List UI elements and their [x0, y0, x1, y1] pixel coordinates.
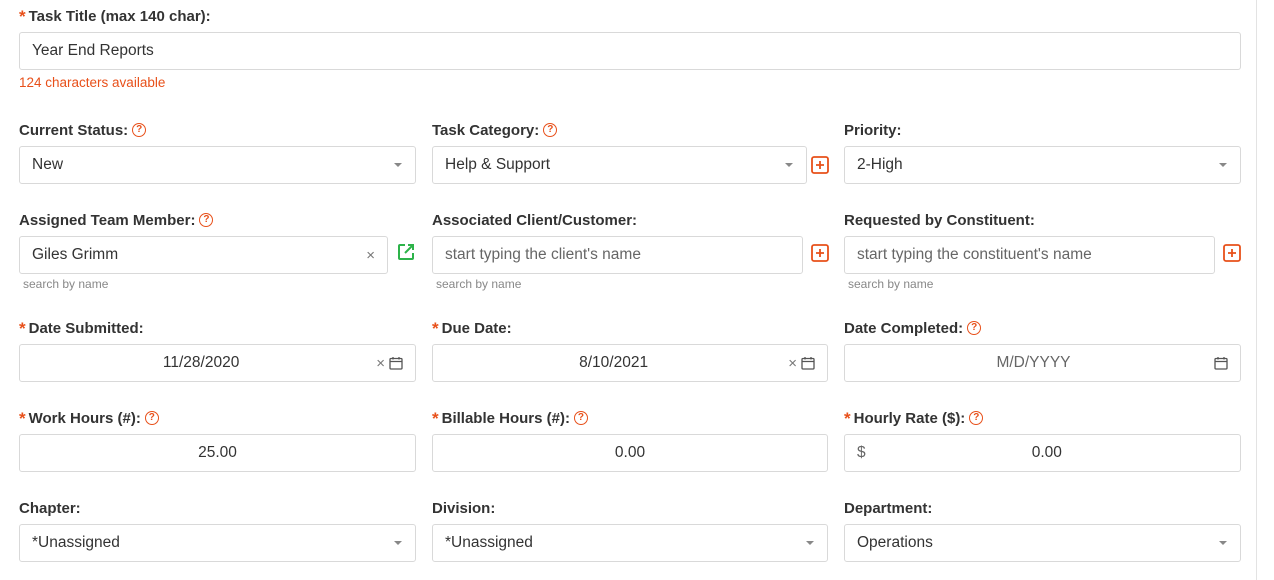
help-icon[interactable]: ? — [967, 321, 982, 335]
date-submitted-input[interactable]: 11/28/2020 × — [19, 344, 416, 382]
task-title-input[interactable]: Year End Reports — [19, 32, 1241, 70]
calendar-icon[interactable] — [801, 356, 815, 370]
currency-prefix: $ — [857, 444, 866, 461]
hourly-rate-input[interactable]: $ 0.00 — [844, 434, 1241, 472]
clear-icon[interactable]: × — [366, 247, 375, 264]
department-label: Department: — [844, 499, 933, 517]
add-client-icon[interactable] — [810, 243, 830, 263]
search-hint: search by name — [436, 277, 522, 291]
required-marker: * — [19, 7, 26, 26]
calendar-icon[interactable] — [389, 356, 403, 370]
due-date-label: * Due Date: — [432, 319, 512, 338]
work-hours-input[interactable]: 25.00 — [19, 434, 416, 472]
chevron-down-icon — [806, 541, 814, 545]
task-title-label: * Task Title (max 140 char): — [19, 7, 211, 26]
clear-icon[interactable]: × — [788, 355, 797, 372]
search-hint: search by name — [23, 277, 109, 291]
chapter-label: Chapter: — [19, 499, 81, 517]
date-submitted-label: * Date Submitted: — [19, 319, 144, 338]
required-marker: * — [19, 319, 26, 338]
department-select[interactable]: Operations — [844, 524, 1241, 562]
current-status-select[interactable]: New — [19, 146, 416, 184]
required-marker: * — [432, 409, 439, 428]
assigned-team-member-label: Assigned Team Member: ? — [19, 210, 214, 230]
panel-right-border — [1256, 0, 1257, 580]
priority-label: Priority: — [844, 121, 902, 139]
work-hours-label: * Work Hours (#): ? — [19, 408, 159, 428]
search-hint: search by name — [848, 277, 934, 291]
calendar-icon[interactable] — [1214, 356, 1228, 370]
characters-available: 124 characters available — [19, 75, 166, 90]
due-date-input[interactable]: 8/10/2021 × — [432, 344, 828, 382]
help-icon[interactable]: ? — [573, 411, 588, 425]
task-category-select[interactable]: Help & Support — [432, 146, 807, 184]
date-completed-input[interactable]: M/D/YYYY — [844, 344, 1241, 382]
requested-by-label: Requested by Constituent: — [844, 211, 1035, 229]
help-icon[interactable]: ? — [543, 123, 558, 137]
help-icon[interactable]: ? — [144, 411, 159, 425]
chevron-down-icon — [1219, 541, 1227, 545]
help-icon[interactable]: ? — [132, 123, 147, 137]
division-label: Division: — [432, 499, 496, 517]
required-marker: * — [844, 409, 851, 428]
chevron-down-icon — [785, 163, 793, 167]
clear-icon[interactable]: × — [376, 355, 385, 372]
billable-hours-input[interactable]: 0.00 — [432, 434, 828, 472]
division-select[interactable]: *Unassigned — [432, 524, 828, 562]
chevron-down-icon — [394, 541, 402, 545]
requested-by-input[interactable]: start typing the constituent's name — [844, 236, 1215, 274]
required-marker: * — [19, 409, 26, 428]
external-link-icon[interactable] — [396, 242, 416, 262]
chapter-select[interactable]: *Unassigned — [19, 524, 416, 562]
date-completed-label: Date Completed: ? — [844, 318, 982, 338]
help-icon[interactable]: ? — [199, 213, 214, 227]
chevron-down-icon — [394, 163, 402, 167]
current-status-label: Current Status: ? — [19, 120, 147, 140]
associated-client-input[interactable]: start typing the client's name — [432, 236, 803, 274]
add-constituent-icon[interactable] — [1222, 243, 1242, 263]
hourly-rate-label: * Hourly Rate ($): ? — [844, 408, 984, 428]
billable-hours-label: * Billable Hours (#): ? — [432, 408, 588, 428]
task-category-label: Task Category: ? — [432, 120, 558, 140]
chevron-down-icon — [1219, 163, 1227, 167]
assigned-team-member-input[interactable]: Giles Grimm × — [19, 236, 388, 274]
add-category-icon[interactable] — [810, 155, 830, 175]
help-icon[interactable]: ? — [969, 411, 984, 425]
associated-client-label: Associated Client/Customer: — [432, 211, 638, 229]
priority-select[interactable]: 2-High — [844, 146, 1241, 184]
required-marker: * — [432, 319, 439, 338]
